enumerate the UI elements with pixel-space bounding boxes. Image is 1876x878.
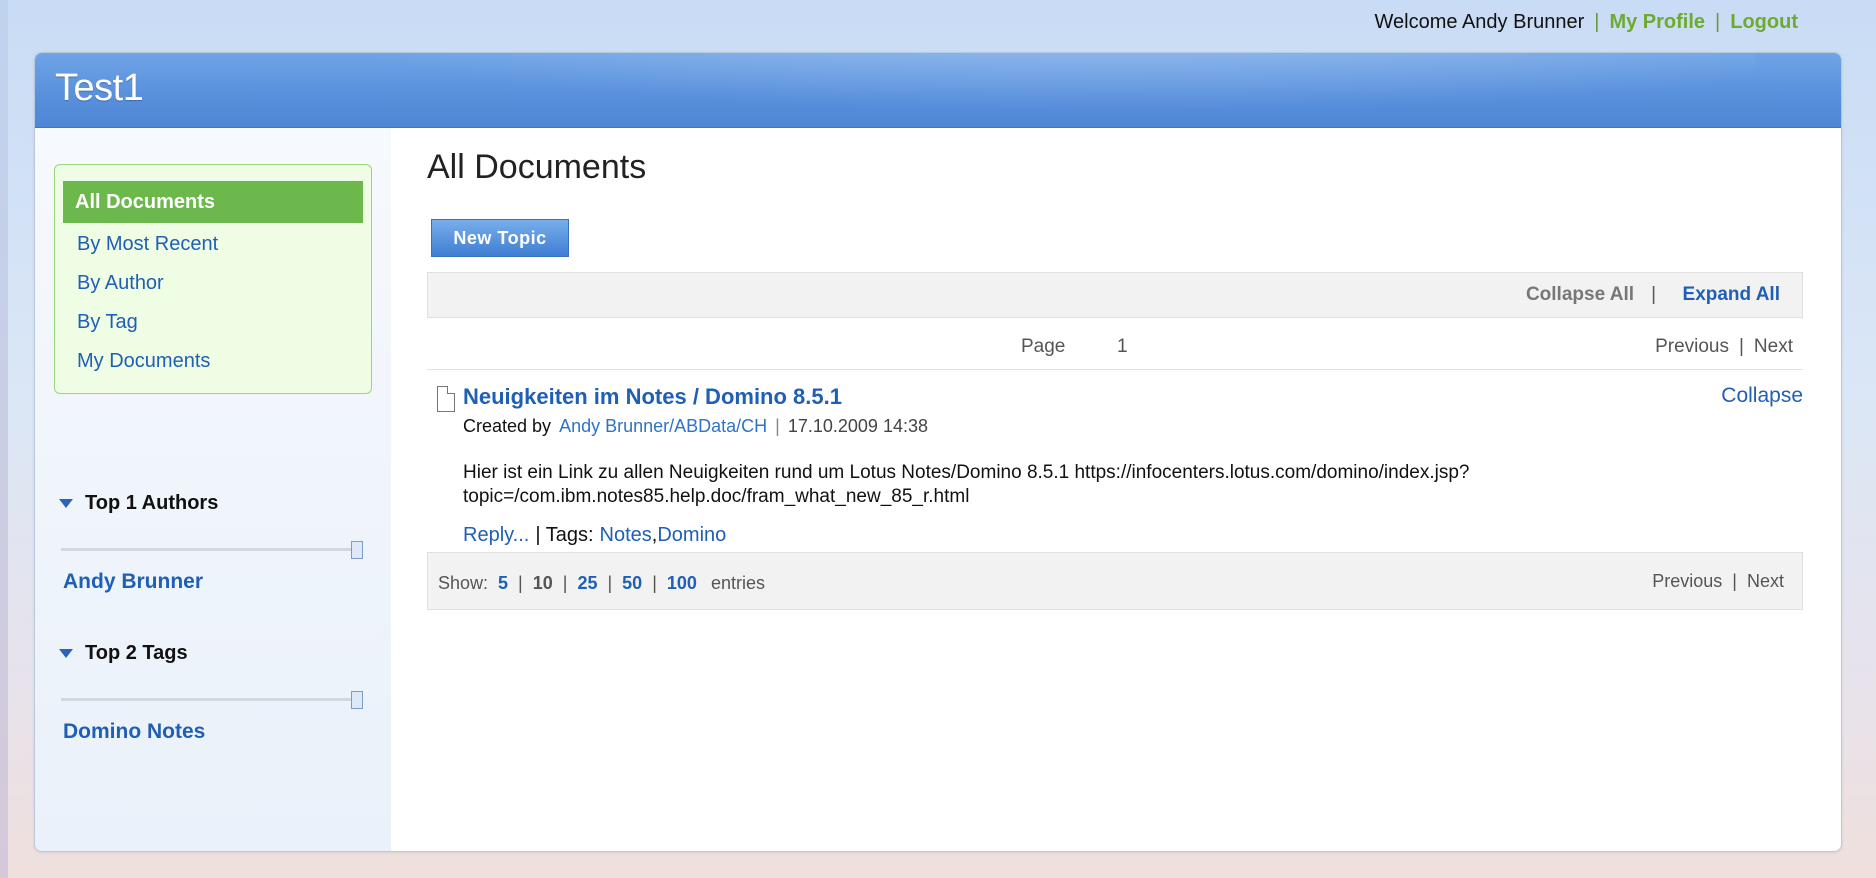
nav-item-by-author[interactable]: By Author: [77, 272, 164, 295]
separator: |: [1738, 336, 1744, 357]
page-number: 1: [1117, 336, 1128, 357]
previous-page-link[interactable]: Previous: [1652, 571, 1722, 592]
author-cloud-link[interactable]: Andy Brunner: [63, 570, 203, 594]
page-size-5[interactable]: 5: [498, 573, 508, 594]
page-title: All Documents: [427, 148, 647, 186]
tags-slider-handle[interactable]: [351, 691, 363, 709]
next-page-link[interactable]: Next: [1754, 336, 1793, 358]
document-body: Hier ist ein Link zu allen Neuigkeiten r…: [463, 462, 1470, 507]
top-authors-header[interactable]: Top 1 Authors: [59, 492, 218, 515]
my-profile-link[interactable]: My Profile: [1609, 11, 1705, 34]
created-date: 17.10.2009 14:38: [787, 416, 928, 436]
separator: |: [518, 573, 523, 593]
page-size-selector: Show: 5 | 10 | 25 | 50 | 100 entries: [438, 573, 765, 594]
tags-slider-track[interactable]: [61, 698, 357, 701]
expand-all-link[interactable]: Expand All: [1683, 284, 1780, 306]
document-actions: Reply... | Tags: Notes , Domino: [463, 524, 726, 547]
expand-collapse-toolbar: Collapse All | Expand All: [427, 272, 1803, 318]
app-container: Test1 All Documents By Most Recent By Au…: [34, 52, 1842, 852]
separator: |: [775, 416, 780, 436]
created-by-label: Created by: [463, 416, 552, 436]
nav-item-all-documents[interactable]: All Documents: [63, 181, 363, 223]
collapse-triangle-icon: [59, 499, 73, 508]
separator: |: [1732, 571, 1737, 591]
sidebar: All Documents By Most Recent By Author B…: [35, 128, 391, 851]
new-topic-button[interactable]: New Topic: [431, 219, 569, 257]
page-size-50[interactable]: 50: [622, 573, 642, 594]
pager-links-top: Previous | Next: [1655, 336, 1793, 358]
top-tags-title: Top 2 Tags: [85, 642, 188, 664]
app-banner: Test1: [35, 53, 1841, 128]
page-size-25[interactable]: 25: [577, 573, 597, 594]
document-title-link[interactable]: Neuigkeiten im Notes / Domino 8.5.1: [463, 384, 842, 410]
author-link[interactable]: Andy Brunner/ABData/CH: [559, 416, 767, 437]
top-tags-header[interactable]: Top 2 Tags: [59, 642, 188, 665]
pager-bottom: Show: 5 | 10 | 25 | 50 | 100 entries Pre…: [427, 552, 1803, 610]
nav-item-by-most-recent[interactable]: By Most Recent: [77, 233, 218, 256]
nav-item-my-documents[interactable]: My Documents: [77, 350, 210, 373]
collapse-all-link[interactable]: Collapse All: [1526, 284, 1634, 306]
collapse-document-link[interactable]: Collapse: [1721, 384, 1803, 408]
logout-link[interactable]: Logout: [1730, 11, 1798, 34]
separator: |: [1651, 284, 1656, 305]
collapse-triangle-icon: [59, 649, 73, 658]
pager-top: Page 1 Previous | Next: [427, 324, 1803, 368]
tags-label: | Tags:: [535, 524, 594, 546]
authors-slider-handle[interactable]: [351, 541, 363, 559]
view-navigation: All Documents By Most Recent By Author B…: [54, 164, 372, 394]
separator: |: [607, 573, 613, 593]
tag-link-domino[interactable]: Domino: [657, 524, 726, 547]
page-size-10[interactable]: 10: [533, 573, 553, 594]
welcome-text: Welcome Andy Brunner: [1374, 10, 1585, 33]
app-title: Test1: [55, 67, 144, 109]
previous-page-link[interactable]: Previous: [1655, 336, 1729, 358]
divider: [427, 369, 1803, 370]
separator: |: [1594, 10, 1600, 33]
tag-cloud-link[interactable]: Domino Notes: [63, 720, 205, 744]
page-label: Page: [1021, 336, 1066, 357]
reply-link[interactable]: Reply...: [463, 524, 529, 547]
window-edge: [0, 0, 8, 878]
top-authors-title: Top 1 Authors: [85, 492, 219, 514]
authors-slider-track[interactable]: [61, 548, 357, 551]
nav-item-by-tag[interactable]: By Tag: [77, 311, 138, 334]
document-meta: Created by Andy Brunner/ABData/CH | 17.1…: [463, 416, 928, 437]
user-bar: Welcome Andy Brunner | My Profile | Logo…: [1375, 8, 1798, 36]
next-page-link[interactable]: Next: [1747, 571, 1784, 592]
entries-label: entries: [710, 573, 765, 593]
separator: |: [652, 573, 657, 593]
separator: |: [562, 573, 568, 593]
page-size-100[interactable]: 100: [667, 573, 697, 594]
show-label: Show:: [438, 573, 489, 593]
document-icon: [437, 386, 455, 412]
separator: |: [1715, 10, 1721, 33]
tag-link-notes[interactable]: Notes: [600, 524, 652, 547]
pager-links-bottom: Previous | Next: [1652, 571, 1784, 592]
